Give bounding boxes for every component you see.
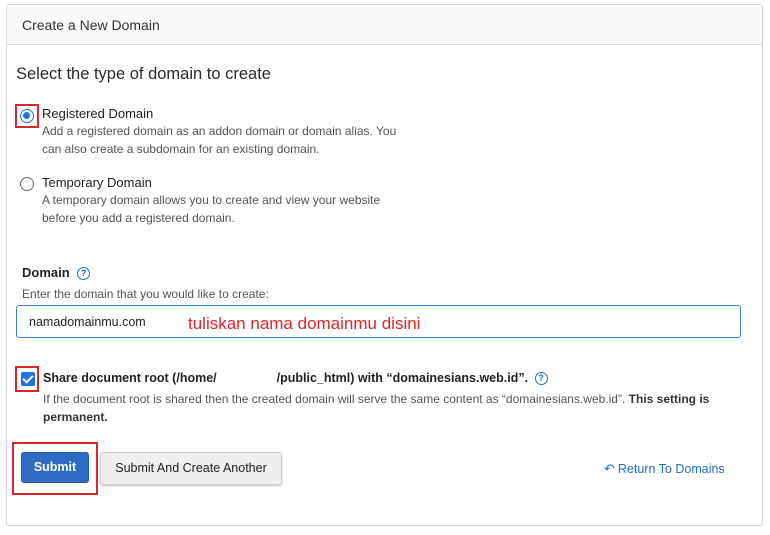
domain-input-value: namadomainmu.com [29, 315, 146, 329]
panel-title: Create a New Domain [7, 5, 762, 45]
registered-domain-description: Add a registered domain as an addon doma… [42, 124, 397, 156]
return-to-domains-label: Return To Domains [617, 462, 725, 476]
share-root-label[interactable]: Share document root (/home/ /public_html)… [43, 370, 548, 385]
share-root-description-text: If the document root is shared then the … [43, 392, 626, 406]
temporary-domain-description: A temporary domain allows you to create … [42, 193, 381, 225]
share-root-description: If the document root is shared then the … [43, 390, 733, 426]
registered-domain-label[interactable]: Registered Domain [42, 106, 153, 121]
share-root-label-prefix: Share document root (/home/ [43, 371, 217, 385]
registered-domain-radio[interactable] [20, 109, 34, 123]
share-root-checkbox[interactable] [21, 372, 35, 386]
share-root-help-icon[interactable]: ? [534, 372, 548, 385]
temporary-domain-radio[interactable] [20, 177, 34, 191]
domain-type-heading: Select the type of domain to create [16, 65, 271, 83]
temporary-domain-label[interactable]: Temporary Domain [42, 175, 152, 190]
share-root-label-suffix: /public_html) with “domainesians.web.id”… [276, 371, 529, 385]
question-circle-icon[interactable]: ? [77, 267, 91, 280]
redacted-username [216, 370, 277, 382]
return-to-domains-link[interactable]: ↶ Return To Domains [604, 460, 725, 478]
submit-button[interactable]: Submit [21, 452, 89, 483]
domain-field-label-row: Domain ? [22, 264, 91, 282]
undo-arrow-icon: ↶ [604, 461, 615, 476]
domain-annotation: tuliskan nama domainmu disini [188, 314, 421, 333]
domain-field-hint: Enter the domain that you would like to … [22, 287, 269, 301]
submit-and-create-another-button[interactable]: Submit And Create Another [100, 452, 282, 485]
domain-field-label: Domain [22, 265, 70, 280]
